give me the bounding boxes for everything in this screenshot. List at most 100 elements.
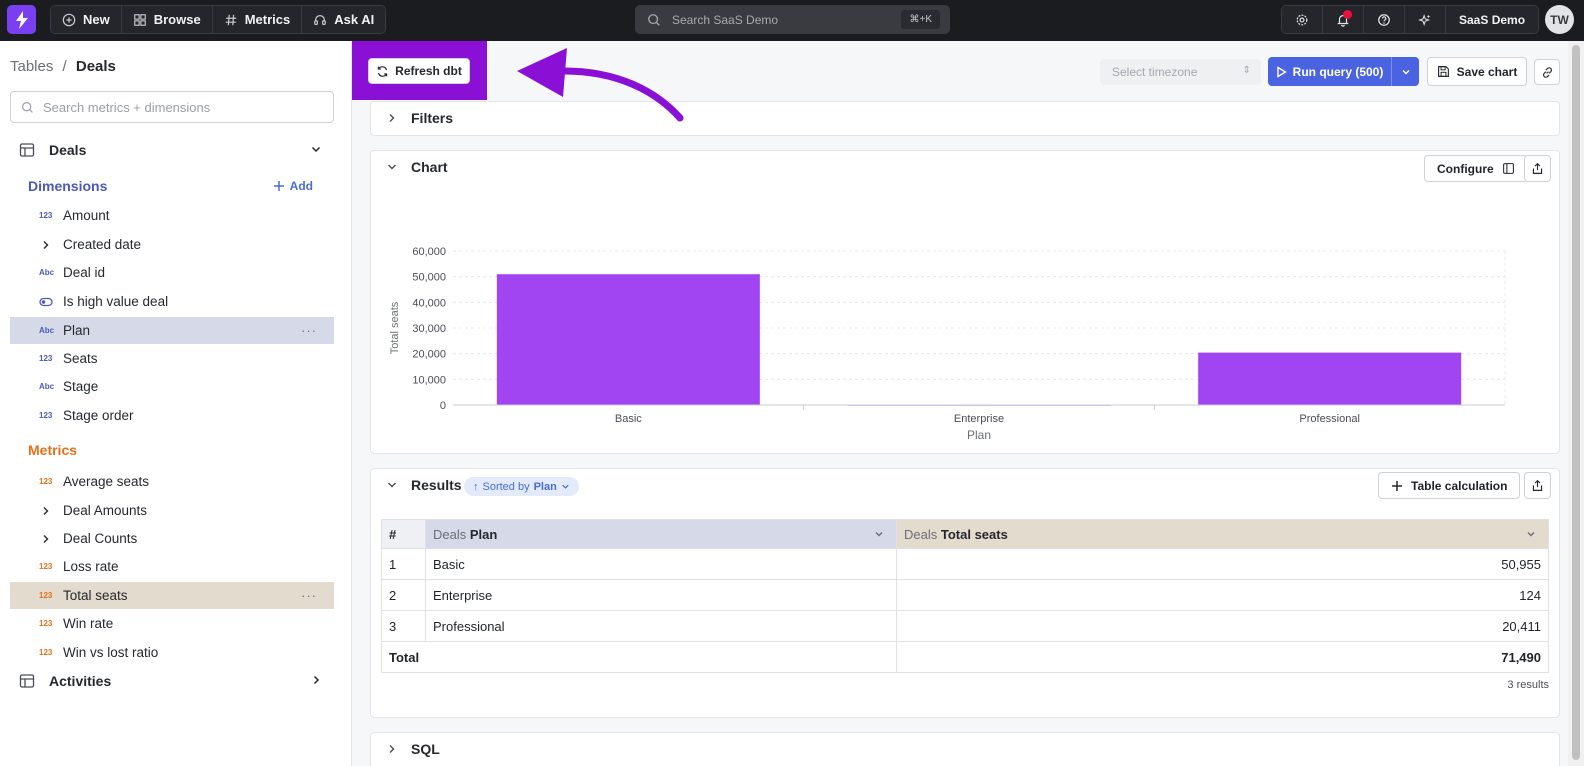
- dimension-item-amount[interactable]: 123 Amount: [10, 202, 334, 229]
- metric-item-win-vs-lost-ratio[interactable]: 123 Win vs lost ratio: [10, 639, 334, 666]
- organization-switcher[interactable]: SaaS Demo: [1446, 6, 1539, 33]
- table-row: 3 Professional 20,411: [381, 610, 1549, 642]
- plus-icon: [273, 181, 284, 191]
- dimension-item-stage[interactable]: Abc Stage: [10, 373, 334, 400]
- copy-link-button[interactable]: [1534, 59, 1560, 85]
- more-options-icon[interactable]: ···: [301, 588, 317, 603]
- refresh-dbt-label: Refresh dbt: [395, 64, 462, 78]
- refresh-icon: [377, 65, 388, 77]
- notifications-button[interactable]: [1323, 6, 1364, 33]
- number-type-icon: 123: [39, 591, 53, 600]
- metric-item-total-seats[interactable]: 123 Total seats ···: [10, 582, 334, 609]
- metric-item-loss-rate[interactable]: 123 Loss rate: [10, 553, 334, 580]
- cell-plan[interactable]: Professional: [425, 610, 897, 642]
- table-icon: [19, 143, 35, 157]
- headset-icon: [314, 14, 327, 25]
- more-options-icon[interactable]: ···: [301, 323, 317, 338]
- dimension-item-plan[interactable]: Abc Plan ···: [10, 317, 334, 344]
- results-table: # Deals Plan Deals Total seats 1 Basic 5…: [381, 519, 1549, 673]
- search-shortcut-badge: ⌘+K: [901, 10, 940, 29]
- metrics-button[interactable]: Metrics: [212, 6, 303, 33]
- column-header-total-seats[interactable]: Deals Total seats: [896, 519, 1549, 549]
- dimension-item-is-high-value-deal[interactable]: Is high value deal: [10, 288, 334, 315]
- save-chart-button[interactable]: Save chart: [1427, 57, 1527, 86]
- chevron-down-icon[interactable]: [1526, 529, 1536, 539]
- bar-chart: 0 10,000 20,000 30,000 40,000 50,000 60,000 Ba…: [389, 246, 1506, 442]
- browse-button[interactable]: Browse: [121, 6, 213, 33]
- table-calculation-button[interactable]: Table calculation: [1378, 472, 1521, 499]
- run-query-button[interactable]: Run query (500): [1268, 57, 1419, 86]
- dimension-item-deal-id[interactable]: Abc Deal id: [10, 259, 334, 286]
- user-avatar[interactable]: TW: [1545, 5, 1574, 34]
- cell-plan[interactable]: Enterprise: [425, 579, 897, 611]
- help-button[interactable]: [1364, 6, 1405, 33]
- run-query-main[interactable]: Run query (500): [1268, 57, 1392, 86]
- lightdash-logo-icon[interactable]: [7, 5, 36, 34]
- bar-basic[interactable]: [496, 274, 760, 405]
- scrollbar-thumb[interactable]: [1572, 45, 1580, 760]
- dimension-group-created-date[interactable]: Created date: [10, 231, 334, 258]
- select-caret-icon: ⇕: [1242, 65, 1251, 76]
- export-results-button[interactable]: [1524, 472, 1551, 499]
- number-type-icon: 123: [39, 477, 53, 486]
- plus-circle-icon: [62, 13, 76, 26]
- chevron-down-icon: [562, 484, 569, 489]
- global-search-input[interactable]: Search SaaS Demo ⌘+K: [635, 5, 950, 34]
- y-axis-label: Total seats: [389, 301, 401, 354]
- y-tick-label: 10,000: [412, 374, 446, 386]
- new-label: New: [83, 12, 110, 27]
- row-index: 3: [381, 610, 426, 642]
- dimension-label: Stage: [63, 379, 99, 394]
- run-query-options[interactable]: [1392, 57, 1419, 86]
- cell-total-seats[interactable]: 20,411: [896, 610, 1549, 642]
- metric-label: Average seats: [63, 474, 150, 489]
- chevron-down-icon[interactable]: [874, 529, 884, 539]
- new-button[interactable]: New: [51, 6, 122, 33]
- table-activities-toggle[interactable]: Activities: [18, 667, 334, 695]
- table-row: 1 Basic 50,955: [381, 548, 1549, 580]
- breadcrumb-tables-link[interactable]: Tables: [10, 58, 53, 75]
- link-icon: [1542, 66, 1552, 78]
- main-scrollbar[interactable]: [1568, 41, 1584, 766]
- sparkles-icon: [1418, 13, 1431, 26]
- settings-button[interactable]: [1282, 6, 1323, 33]
- sql-header[interactable]: SQL: [387, 741, 440, 757]
- organization-name: SaaS Demo: [1459, 12, 1526, 27]
- ask-ai-label: Ask AI: [334, 12, 375, 27]
- chevron-right-icon: [389, 745, 395, 753]
- ai-sparkle-button[interactable]: [1405, 6, 1446, 33]
- metric-item-win-rate[interactable]: 123 Win rate: [10, 610, 334, 637]
- field-search-input[interactable]: Search metrics + dimensions: [10, 91, 334, 123]
- table-deals-toggle[interactable]: Deals: [18, 136, 334, 164]
- boolean-toggle-icon: [39, 297, 53, 306]
- filters-title: Filters: [411, 110, 454, 126]
- timezone-select[interactable]: Select timezone ⇕: [1100, 59, 1261, 85]
- add-dimension-button[interactable]: Add: [273, 179, 313, 193]
- results-header[interactable]: Results: [387, 477, 462, 493]
- sort-badge[interactable]: ↑ Sorted by Plan: [464, 477, 579, 496]
- metric-label: Win rate: [63, 616, 114, 631]
- dimension-item-stage-order[interactable]: 123 Stage order: [10, 402, 334, 429]
- metric-group-deal-counts[interactable]: Deal Counts: [10, 525, 334, 552]
- filters-header[interactable]: Filters: [387, 110, 453, 126]
- sort-arrow-up-icon: ↑: [473, 480, 479, 493]
- cell-total-seats[interactable]: 124: [896, 579, 1549, 611]
- table-deals-label: Deals: [49, 142, 87, 158]
- metric-item-average-seats[interactable]: 123 Average seats: [10, 468, 334, 495]
- bar-professional[interactable]: [1198, 352, 1462, 405]
- table-calculation-label: Table calculation: [1411, 478, 1508, 493]
- metric-group-deal-amounts[interactable]: Deal Amounts: [10, 497, 334, 524]
- right-nav-group: SaaS Demo: [1281, 5, 1540, 34]
- row-index: 1: [381, 548, 426, 580]
- cell-total-seats[interactable]: 50,955: [896, 548, 1549, 580]
- plus-icon: [1392, 480, 1402, 491]
- column-header-plan[interactable]: Deals Plan: [425, 519, 897, 549]
- dimension-item-seats[interactable]: 123 Seats: [10, 345, 334, 372]
- ask-ai-button[interactable]: Ask AI: [302, 6, 386, 33]
- dimension-label: Seats: [63, 351, 98, 366]
- refresh-dbt-button[interactable]: Refresh dbt: [368, 58, 470, 84]
- help-circle-icon: [1378, 13, 1390, 26]
- cell-plan[interactable]: Basic: [425, 548, 897, 580]
- metric-label: Deal Counts: [63, 531, 138, 546]
- string-type-icon: Abc: [39, 268, 55, 277]
